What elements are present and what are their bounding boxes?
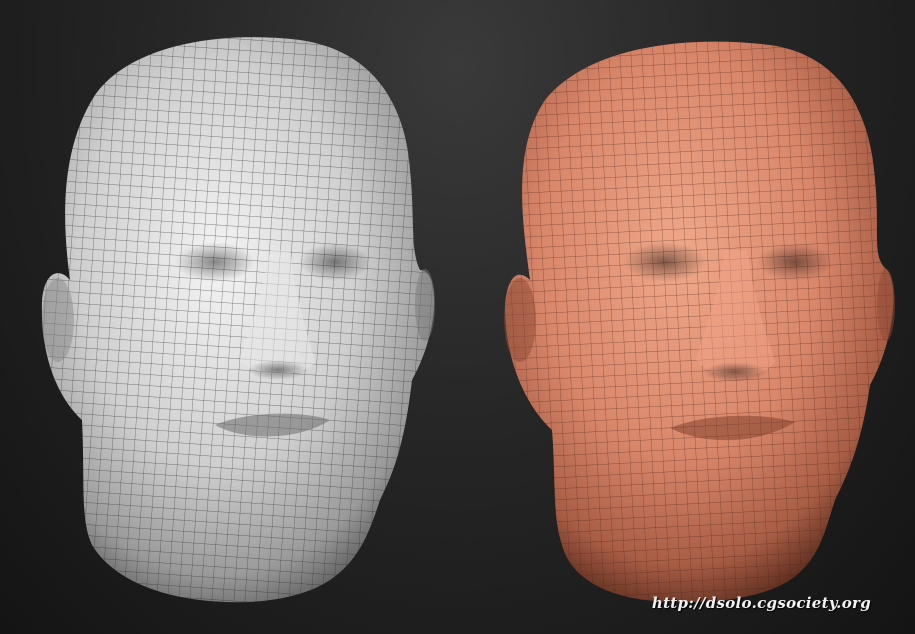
skin-head xyxy=(504,41,895,603)
skin-left-eye-socket xyxy=(623,242,707,282)
sculpt-render-scene xyxy=(41,37,895,603)
skin-right-eye-socket xyxy=(757,243,833,281)
credit-watermark: http://dsolo.cgsociety.org xyxy=(651,594,871,612)
grey-left-ear xyxy=(42,278,74,362)
grey-right-eye-socket xyxy=(299,243,371,281)
grey-left-eye-socket xyxy=(175,242,255,282)
grey-head xyxy=(41,37,435,603)
grey-right-ear xyxy=(415,269,435,341)
skin-left-ear xyxy=(504,278,536,362)
skin-right-ear xyxy=(877,269,895,341)
